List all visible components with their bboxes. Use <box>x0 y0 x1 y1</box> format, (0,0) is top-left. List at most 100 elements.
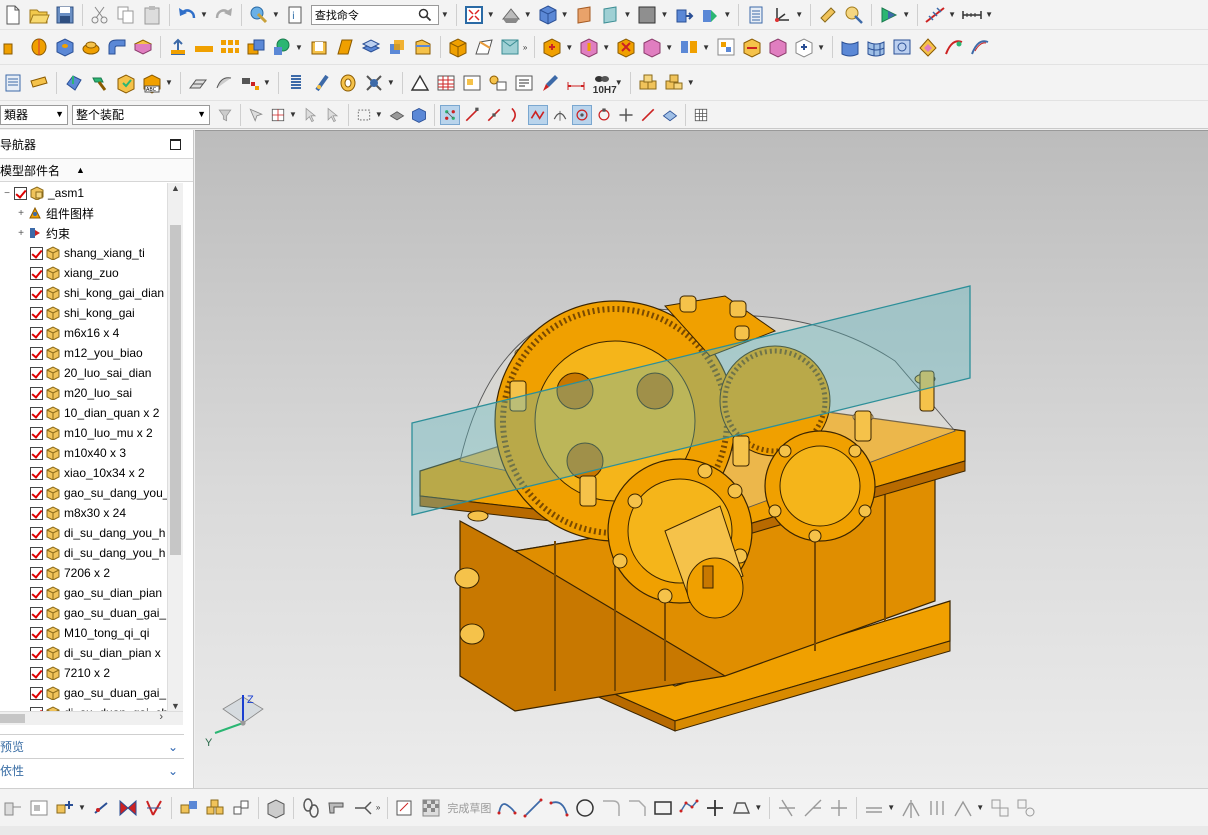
visibility-checkbox[interactable] <box>30 666 43 680</box>
graphics-window[interactable]: Z Y <box>195 130 1208 788</box>
tolerance-icon[interactable]: 10H7 <box>591 72 617 96</box>
ruler-dropdown[interactable]: ▼ <box>985 10 993 19</box>
list-item[interactable]: di_su_duan_gai_ch <box>0 703 183 711</box>
paste-icon[interactable] <box>141 4 163 26</box>
visibility-checkbox[interactable] <box>30 386 43 400</box>
patch-icon[interactable] <box>917 36 939 58</box>
select-all-icon[interactable] <box>247 106 265 124</box>
pattern-feature-icon[interactable] <box>167 36 189 58</box>
visibility-checkbox[interactable] <box>30 566 43 580</box>
view-orient-icon[interactable] <box>500 4 522 26</box>
select-body-icon[interactable] <box>410 106 428 124</box>
select-dropdown[interactable]: ▼ <box>289 110 297 119</box>
offset-curve-icon[interactable] <box>863 797 885 819</box>
chamfer-curve-icon[interactable] <box>626 797 648 819</box>
shape-dropdown[interactable]: ▼ <box>754 803 762 812</box>
revolve-icon[interactable] <box>28 36 50 58</box>
visibility-checkbox[interactable] <box>30 266 43 280</box>
list-item[interactable]: m20_luo_sai <box>0 383 183 403</box>
visibility-checkbox[interactable] <box>30 306 43 320</box>
maximize-icon[interactable] <box>170 138 181 150</box>
fastener-icon[interactable] <box>363 72 385 94</box>
shell-icon[interactable] <box>308 36 330 58</box>
move-arrow-icon[interactable] <box>91 797 113 819</box>
circle-center-icon[interactable] <box>571 104 592 125</box>
select-face-icon[interactable] <box>388 106 406 124</box>
list-item[interactable]: xiang_zuo <box>0 263 183 283</box>
component-view-icon[interactable] <box>767 36 789 58</box>
edit-section-icon[interactable] <box>600 4 622 26</box>
control-point-icon[interactable] <box>507 106 525 124</box>
triangle-icon[interactable] <box>409 72 431 94</box>
replace-dropdown[interactable]: ▼ <box>665 43 673 52</box>
hammer-icon[interactable] <box>89 72 111 94</box>
arc-icon[interactable] <box>548 797 570 819</box>
list-item[interactable]: 10_dian_quan x 2 <box>0 403 183 423</box>
layer-settings-icon[interactable] <box>745 4 767 26</box>
visibility-checkbox[interactable] <box>30 526 43 540</box>
add-existing-dropdown[interactable]: ▼ <box>78 803 86 812</box>
blocks-dropdown[interactable]: ▼ <box>687 78 695 87</box>
expand-icon[interactable]: + <box>14 228 28 239</box>
list-item[interactable]: m10_luo_mu x 2 <box>0 423 183 443</box>
search-dropdown[interactable]: ▼ <box>441 10 449 19</box>
wrap-assembly-icon[interactable] <box>213 72 235 94</box>
gold-blocks-icon[interactable] <box>637 72 659 94</box>
component-group-icon[interactable] <box>178 797 200 819</box>
component-position-icon[interactable] <box>115 72 137 94</box>
list-item[interactable]: gao_su_dian_pian <box>0 583 183 603</box>
hole-icon[interactable] <box>54 36 76 58</box>
add-component-icon[interactable] <box>541 36 563 58</box>
spreadsheet-icon[interactable] <box>692 106 710 124</box>
pattern-array-icon[interactable] <box>193 36 215 58</box>
visibility-checkbox[interactable] <box>30 486 43 500</box>
body-icon[interactable] <box>265 797 287 819</box>
bounded-plane-icon[interactable] <box>891 36 913 58</box>
deform-part-icon[interactable] <box>187 72 209 94</box>
list-item[interactable]: gao_su_dang_you_ <box>0 483 183 503</box>
general-select-icon[interactable] <box>269 106 287 124</box>
visibility-checkbox[interactable] <box>30 546 43 560</box>
select-cursor-icon[interactable] <box>302 106 320 124</box>
measure-distance-icon[interactable] <box>817 4 839 26</box>
list-item[interactable]: di_su_dang_you_h <box>0 523 183 543</box>
interference-icon[interactable] <box>239 72 261 94</box>
mesh-surface-icon[interactable] <box>865 36 887 58</box>
fastener-dropdown[interactable]: ▼ <box>387 78 395 87</box>
open-folder-icon[interactable] <box>28 4 50 26</box>
visibility-checkbox[interactable] <box>30 606 43 620</box>
background-dropdown[interactable]: ▼ <box>660 10 668 19</box>
orient-dropdown[interactable]: ▼ <box>524 10 532 19</box>
command-finder-icon[interactable]: i <box>285 4 307 26</box>
selection-scope-dropdown[interactable]: 整个装配 ▼ <box>72 104 210 125</box>
tree-group-row[interactable]: + 组件图样 <box>0 203 183 223</box>
collapse-icon[interactable]: − <box>0 188 14 199</box>
mirror-assembly-icon[interactable] <box>678 36 700 58</box>
scroll-thumb[interactable] <box>0 714 25 723</box>
unite-icon[interactable] <box>245 36 267 58</box>
list-item[interactable]: shi_kong_gai_dian <box>0 283 183 303</box>
visibility-checkbox[interactable] <box>30 426 43 440</box>
constraint-dropdown[interactable]: ▼ <box>976 803 984 812</box>
scroll-up-icon[interactable]: ▲ <box>171 183 180 193</box>
constraint-icon[interactable] <box>952 797 974 819</box>
polygon-icon[interactable] <box>678 797 700 819</box>
interference-dropdown[interactable]: ▼ <box>263 78 271 87</box>
list-item[interactable]: shi_kong_gai <box>0 303 183 323</box>
expand-icon[interactable]: + <box>14 208 28 219</box>
chevron-down-icon[interactable]: ⌄ <box>168 740 178 754</box>
point-icon[interactable] <box>704 797 726 819</box>
rectangle-select-icon[interactable] <box>355 106 373 124</box>
finish-sketch-icon[interactable] <box>420 797 442 819</box>
visibility-checkbox[interactable] <box>30 286 43 300</box>
chain-icon[interactable] <box>300 797 322 819</box>
scroll-right-icon[interactable]: › <box>159 711 163 723</box>
list-item[interactable]: m10x40 x 3 <box>0 443 183 463</box>
text-feature-icon[interactable]: ABC <box>141 72 163 94</box>
undo-icon[interactable] <box>176 4 198 26</box>
assembly-constraint-icon[interactable] <box>699 4 721 26</box>
horizontal-scrollbar[interactable]: › <box>0 711 183 725</box>
quadrant-point-icon[interactable] <box>595 106 613 124</box>
sweep-icon[interactable] <box>473 36 495 58</box>
dimension-linear-icon[interactable] <box>565 72 587 94</box>
